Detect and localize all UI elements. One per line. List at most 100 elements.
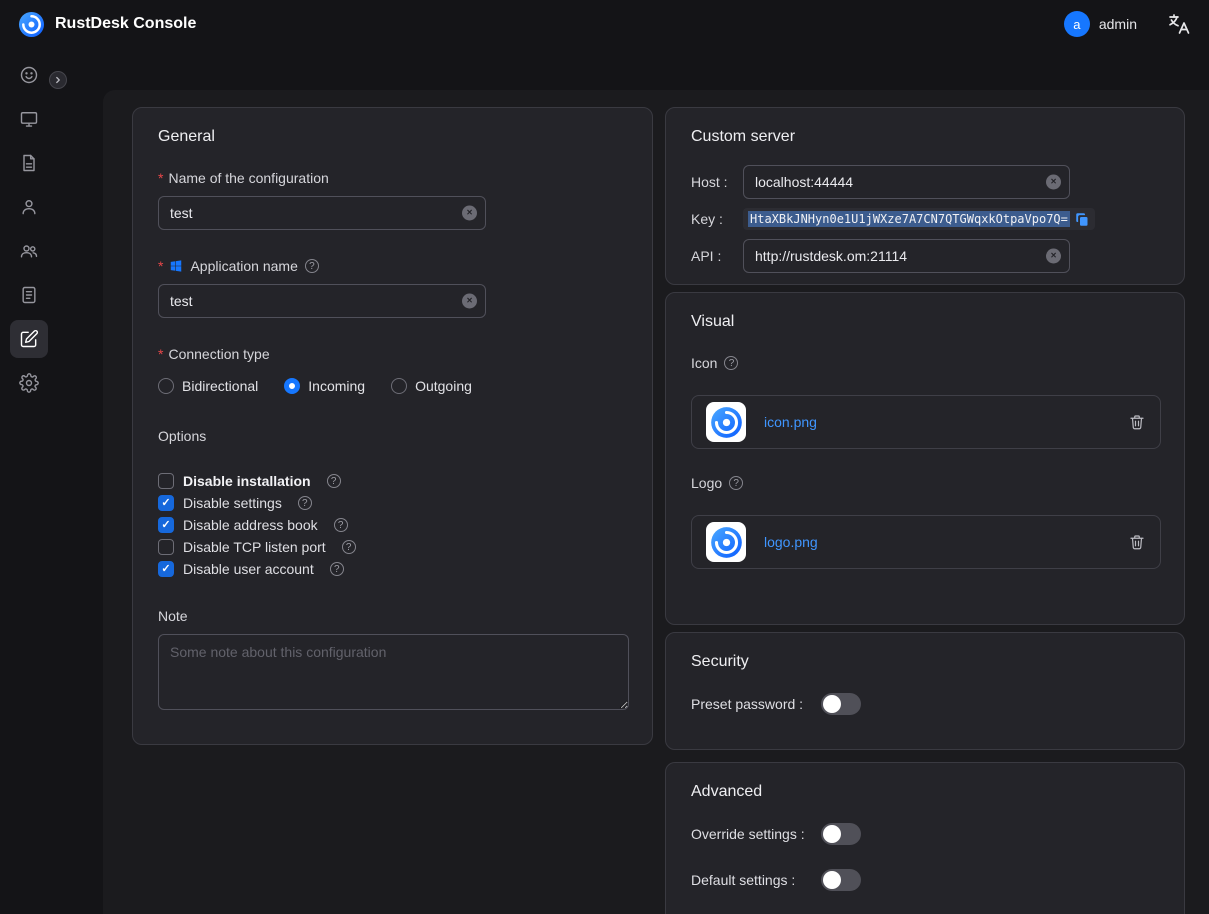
logo-filename-link[interactable]: logo.png	[764, 534, 818, 550]
note-textarea[interactable]	[158, 634, 629, 710]
radio-incoming[interactable]: Incoming	[284, 378, 365, 394]
icon-filename-link[interactable]: icon.png	[764, 414, 817, 430]
sidebar-item-devices[interactable]	[10, 100, 48, 138]
config-name-input[interactable]	[158, 196, 486, 230]
checkbox-disable-settings[interactable]: Disable settings	[158, 492, 627, 514]
checkbox[interactable]	[158, 473, 174, 489]
avatar[interactable]: a	[1064, 11, 1090, 37]
sidebar-item-settings[interactable]	[10, 364, 48, 402]
override-settings-label: Override settings :	[691, 826, 821, 842]
host-label: Host :	[691, 174, 743, 190]
override-settings-row: Override settings :	[691, 823, 1159, 845]
clear-icon[interactable]	[1046, 249, 1061, 264]
logo-label: Logo	[691, 475, 1159, 491]
sidebar-item-logs[interactable]	[10, 276, 48, 314]
key-value: HtaXBkJNHyn0e1U1jWXze7A7CN7QTGWqxkOtpaVp…	[748, 211, 1070, 227]
sidebar-item-groups[interactable]	[10, 232, 48, 270]
help-icon[interactable]	[342, 540, 356, 554]
radio-circle[interactable]	[391, 378, 407, 394]
key-row: Key : HtaXBkJNHyn0e1U1jWXze7A7CN7QTGWqxk…	[691, 208, 1159, 230]
icon-label: Icon	[691, 355, 1159, 371]
sidebar-item-users[interactable]	[10, 188, 48, 226]
help-icon[interactable]	[327, 474, 341, 488]
app-name-field	[158, 284, 486, 318]
help-icon[interactable]	[330, 562, 344, 576]
app-name-input[interactable]	[158, 284, 486, 318]
user-menu[interactable]: a admin	[1064, 11, 1137, 37]
general-card: General Name of the configuration Applic…	[132, 107, 653, 745]
toggle-knob	[823, 825, 841, 843]
sidebar-item-documents[interactable]	[10, 144, 48, 182]
connection-type-group: Bidirectional Incoming Outgoing	[158, 376, 627, 396]
checkbox[interactable]	[158, 517, 174, 533]
config-name-field	[158, 196, 486, 230]
host-input[interactable]	[743, 165, 1070, 199]
host-field	[743, 165, 1070, 199]
radio-outgoing[interactable]: Outgoing	[391, 378, 472, 394]
sidebar-item-configurations[interactable]	[10, 320, 48, 358]
username: admin	[1099, 16, 1137, 32]
security-title: Security	[691, 653, 1159, 671]
advanced-card: Advanced Override settings : Default set…	[665, 762, 1185, 914]
api-input[interactable]	[743, 239, 1070, 273]
radio-circle[interactable]	[158, 378, 174, 394]
checkbox[interactable]	[158, 539, 174, 555]
help-icon[interactable]	[724, 356, 738, 370]
connection-type-label: Connection type	[158, 346, 627, 362]
brand: RustDesk Console	[18, 11, 196, 38]
sidebar	[0, 48, 58, 914]
document-icon	[19, 153, 39, 173]
help-icon[interactable]	[334, 518, 348, 532]
required-asterisk	[158, 170, 163, 186]
delete-icon[interactable]	[1128, 413, 1146, 431]
copy-icon[interactable]	[1075, 212, 1090, 227]
gear-icon	[19, 373, 39, 393]
required-asterisk	[158, 346, 163, 362]
rustdesk-logo-icon	[18, 11, 45, 38]
icon-file-box: icon.png	[691, 395, 1161, 449]
user-icon	[19, 197, 39, 217]
options-label: Options	[158, 428, 627, 444]
main-content: General Name of the configuration Applic…	[58, 48, 1209, 914]
required-asterisk	[158, 258, 163, 274]
sidebar-item-status[interactable]	[10, 56, 48, 94]
checkbox-disable-tcp-listen-port[interactable]: Disable TCP listen port	[158, 536, 627, 558]
checkbox-disable-user-account[interactable]: Disable user account	[158, 558, 627, 580]
default-settings-toggle[interactable]	[821, 869, 861, 891]
checkbox[interactable]	[158, 495, 174, 511]
help-icon[interactable]	[729, 476, 743, 490]
help-icon[interactable]	[305, 259, 319, 273]
checkbox[interactable]	[158, 561, 174, 577]
options-list: Disable installation Disable settings Di…	[158, 470, 627, 580]
logo-file-box: logo.png	[691, 515, 1161, 569]
help-icon[interactable]	[298, 496, 312, 510]
chevron-right-icon	[53, 75, 63, 85]
clear-icon[interactable]	[1046, 175, 1061, 190]
checkbox-disable-installation[interactable]: Disable installation	[158, 470, 627, 492]
delete-icon[interactable]	[1128, 533, 1146, 551]
radio-circle[interactable]	[284, 378, 300, 394]
api-field	[743, 239, 1070, 273]
radio-bidirectional[interactable]: Bidirectional	[158, 378, 258, 394]
override-settings-toggle[interactable]	[821, 823, 861, 845]
preset-password-label: Preset password :	[691, 696, 821, 712]
content-panel: General Name of the configuration Applic…	[103, 90, 1209, 914]
smiley-icon	[19, 65, 39, 85]
edit-icon	[19, 329, 39, 349]
custom-server-title: Custom server	[691, 128, 1159, 146]
monitor-icon	[19, 109, 39, 129]
sidebar-expand-button[interactable]	[49, 71, 67, 89]
default-settings-row: Default settings :	[691, 869, 1159, 891]
default-settings-label: Default settings :	[691, 872, 821, 888]
logo-preview	[706, 522, 746, 562]
note-label: Note	[158, 608, 627, 624]
key-label: Key :	[691, 211, 743, 227]
security-card: Security Preset password :	[665, 632, 1185, 750]
clear-icon[interactable]	[462, 206, 477, 221]
config-name-label: Name of the configuration	[158, 170, 627, 186]
checkbox-disable-address-book[interactable]: Disable address book	[158, 514, 627, 536]
preset-password-toggle[interactable]	[821, 693, 861, 715]
clear-icon[interactable]	[462, 294, 477, 309]
language-switch-icon[interactable]	[1167, 12, 1191, 36]
user-group-icon	[19, 241, 39, 261]
